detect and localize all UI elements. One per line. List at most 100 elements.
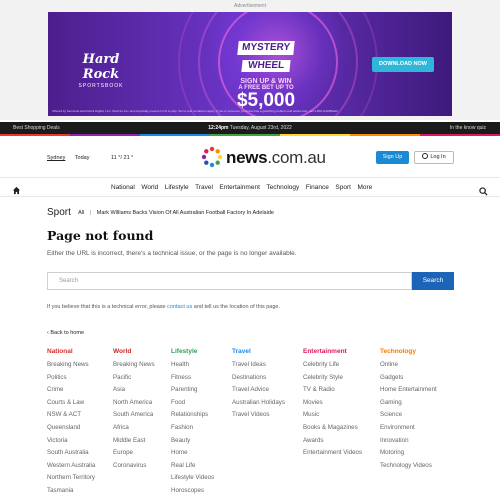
link-item[interactable]: South America — [113, 411, 175, 424]
link-item[interactable]: Movies — [303, 399, 365, 412]
ad-promo-line1: MYSTERY — [237, 41, 295, 55]
nav-item-lifestyle[interactable]: Lifestyle — [165, 178, 189, 197]
link-item[interactable]: Celebrity Life — [303, 361, 365, 374]
link-item[interactable]: NSW & ACT — [47, 411, 109, 424]
ad-fine-print: Offered by Seminole Hard Rock Digital, L… — [52, 109, 339, 113]
link-item[interactable]: Online — [380, 361, 442, 374]
nav-item-technology[interactable]: Technology — [266, 178, 299, 197]
column-heading-travel[interactable]: Travel — [232, 348, 294, 356]
link-item[interactable]: Queensland — [47, 424, 109, 437]
link-item[interactable]: Innovation — [380, 437, 442, 450]
nav-item-sport[interactable]: Sport — [335, 178, 351, 197]
search-icon[interactable] — [479, 183, 488, 201]
column-heading-lifestyle[interactable]: Lifestyle — [171, 348, 233, 356]
sign-up-button[interactable]: Sign Up — [376, 151, 409, 164]
link-item[interactable]: Music — [303, 411, 365, 424]
link-item[interactable]: Destinations — [232, 374, 294, 387]
nav-item-entertainment[interactable]: Entertainment — [219, 178, 259, 197]
logo-main: news — [226, 148, 268, 167]
ad-promo-line2: WHEEL — [241, 60, 291, 72]
link-item[interactable]: Gadgets — [380, 374, 442, 387]
log-in-button[interactable]: Log In — [414, 151, 454, 164]
link-item[interactable]: Technology Videos — [380, 462, 442, 475]
home-icon[interactable] — [12, 182, 21, 200]
search-input[interactable]: Search — [47, 272, 412, 290]
link-item[interactable]: Real Life — [171, 462, 233, 475]
link-item[interactable]: Pacific — [113, 374, 175, 387]
link-item[interactable]: Horoscopes — [171, 487, 233, 500]
link-item[interactable]: Tasmania — [47, 487, 109, 500]
link-item[interactable]: Beauty — [171, 437, 233, 450]
link-item[interactable]: Australian Holidays — [232, 399, 294, 412]
nav-item-finance[interactable]: Finance — [306, 178, 329, 197]
weather-temps: 11 °/ 21 ° — [111, 155, 134, 161]
link-item[interactable]: Africa — [113, 424, 175, 437]
ad-brand-name: Hard Rock — [82, 52, 120, 82]
column-heading-technology[interactable]: Technology — [380, 348, 442, 356]
main-nav: National World Lifestyle Travel Entertai… — [0, 178, 500, 197]
link-item[interactable]: Awards — [303, 437, 365, 450]
link-item[interactable]: Travel Advice — [232, 386, 294, 399]
link-item[interactable]: Middle East — [113, 437, 175, 450]
column-national: National Breaking News Politics Crime Co… — [47, 348, 109, 500]
link-item[interactable]: Travel Videos — [232, 411, 294, 424]
link-item[interactable]: Courts & Law — [47, 399, 109, 412]
link-item[interactable]: Food — [171, 399, 233, 412]
column-heading-world[interactable]: World — [113, 348, 175, 356]
link-item[interactable]: Politics — [47, 374, 109, 387]
link-item[interactable]: Lifestyle Videos — [171, 474, 233, 487]
link-item[interactable]: Coronavirus — [113, 462, 175, 475]
page-description: Either the URL is incorrect, there's a t… — [47, 250, 297, 257]
link-item[interactable]: Breaking News — [113, 361, 175, 374]
link-item[interactable]: Entertainment Videos — [303, 449, 365, 462]
link-item[interactable]: Western Australia — [47, 462, 109, 475]
link-item[interactable]: Gaming — [380, 399, 442, 412]
link-item[interactable]: North America — [113, 399, 175, 412]
breadcrumb: Sport All | Mark Williams Backs Vision O… — [47, 207, 274, 218]
nav-item-national[interactable]: National — [111, 178, 135, 197]
current-date: Tuesday, August 23rd, 2022 — [229, 125, 292, 131]
link-item[interactable]: Parenting — [171, 386, 233, 399]
weather-city[interactable]: Sydney — [47, 155, 65, 161]
breadcrumb-all[interactable]: All — [78, 210, 84, 216]
ad-download-button[interactable]: DOWNLOAD NOW — [372, 57, 434, 72]
link-item[interactable]: Victoria — [47, 437, 109, 450]
link-item[interactable]: Celebrity Style — [303, 374, 365, 387]
link-item[interactable]: Home Entertainment — [380, 386, 442, 399]
quiz-link[interactable]: In the know quiz — [450, 122, 486, 134]
contact-us-link[interactable]: contact us — [167, 304, 192, 310]
section-links: National Breaking News Politics Crime Co… — [47, 348, 467, 500]
link-item[interactable]: Health — [171, 361, 233, 374]
link-item[interactable]: Crime — [47, 386, 109, 399]
link-item[interactable]: Science — [380, 411, 442, 424]
log-in-label: Log In — [430, 154, 446, 160]
breadcrumb-article[interactable]: Mark Williams Backs Vision Of All Austra… — [97, 210, 274, 216]
column-travel: Travel Travel Ideas Destinations Travel … — [232, 348, 294, 424]
link-item[interactable]: Fashion — [171, 424, 233, 437]
column-lifestyle: Lifestyle Health Fitness Parenting Food … — [171, 348, 233, 500]
link-item[interactable]: Travel Ideas — [232, 361, 294, 374]
column-heading-national[interactable]: National — [47, 348, 109, 356]
link-item[interactable]: Northern Territory — [47, 474, 109, 487]
link-item[interactable]: TV & Radio — [303, 386, 365, 399]
nav-item-more[interactable]: More — [357, 178, 372, 197]
ad-banner[interactable]: Hard Rock SPORTSBOOK MYSTERY WHEEL SIGN … — [48, 12, 452, 116]
link-item[interactable]: Asia — [113, 386, 175, 399]
contact-message: If you believe that this is a technical … — [47, 304, 280, 310]
link-item[interactable]: Motoring — [380, 449, 442, 462]
link-item[interactable]: Relationships — [171, 411, 233, 424]
link-item[interactable]: Fitness — [171, 374, 233, 387]
link-item[interactable]: South Australia — [47, 449, 109, 462]
link-item[interactable]: Europe — [113, 449, 175, 462]
link-item[interactable]: Home — [171, 449, 233, 462]
back-to-home-link[interactable]: ‹ Back to home — [47, 330, 84, 336]
column-entertainment: Entertainment Celebrity Life Celebrity S… — [303, 348, 365, 462]
column-heading-entertainment[interactable]: Entertainment — [303, 348, 365, 356]
link-item[interactable]: Environment — [380, 424, 442, 437]
search-button[interactable]: Search — [412, 272, 454, 290]
link-item[interactable]: Breaking News — [47, 361, 109, 374]
nav-item-world[interactable]: World — [141, 178, 158, 197]
nav-item-travel[interactable]: Travel — [195, 178, 213, 197]
link-item[interactable]: Books & Magazines — [303, 424, 365, 437]
breadcrumb-section[interactable]: Sport — [47, 207, 71, 218]
